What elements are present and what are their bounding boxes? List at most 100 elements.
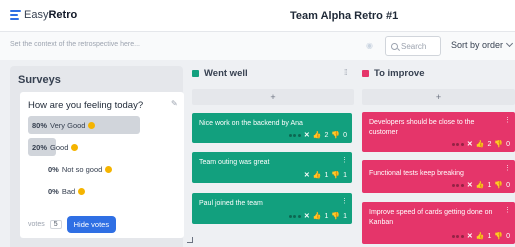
survey-card: How are you feeling today? ✎ 80% Very Goo… (20, 92, 184, 238)
logo[interactable]: EasyRetro (10, 9, 77, 21)
option-label: Good (50, 142, 69, 152)
add-card-button[interactable]: + (192, 89, 354, 105)
thumbs-down-icon[interactable]: 👎 (494, 181, 503, 189)
dislike-count: 1 (343, 212, 347, 220)
delete-icon[interactable]: ✕ (304, 131, 310, 139)
survey-option[interactable]: 0% Bad (28, 182, 168, 200)
option-label: Very Good (50, 120, 86, 130)
app: EasyRetro Team Alpha Retro #1 Set the co… (0, 0, 515, 247)
like-count: 2 (324, 131, 329, 139)
survey-option[interactable]: 0% Not so good (28, 160, 168, 178)
column-color-dot (362, 69, 369, 77)
dislike-count: 0 (343, 131, 347, 139)
search-input[interactable]: Search (401, 42, 426, 51)
delete-icon[interactable]: ✕ (467, 232, 473, 240)
column-color-dot (192, 69, 199, 77)
delete-icon[interactable]: ✕ (467, 140, 473, 148)
like-count: 2 (487, 140, 492, 148)
pencil-icon[interactable]: ✎ (171, 99, 178, 108)
survey-option[interactable]: 20% Good (28, 138, 168, 156)
thumbs-down-icon[interactable]: 👎 (494, 232, 503, 240)
survey-option[interactable]: 80% Very Good (28, 116, 168, 134)
chevron-down-icon (505, 39, 514, 48)
top-bar: EasyRetro Team Alpha Retro #1 (0, 0, 515, 32)
card-footer: ✕ 👍 2 👎 0 (288, 131, 347, 139)
thumbs-up-icon[interactable]: 👍 (476, 232, 485, 240)
card-footer: ✕ 👍 1 👎 1 (288, 212, 347, 220)
delete-icon[interactable]: ✕ (304, 171, 310, 179)
option-percent: 0% (48, 164, 59, 174)
thumbs-down-icon[interactable]: 👎 (331, 212, 340, 220)
card-menu-icon[interactable]: ⋮ (504, 116, 511, 124)
board-title[interactable]: Team Alpha Retro #1 (290, 10, 398, 22)
eye-icon[interactable]: ◉ (366, 42, 376, 50)
survey-footer: votes 5 Hide votes (28, 216, 117, 233)
board: Surveys How are you feeling today? ✎ 80%… (0, 60, 515, 247)
card-footer: ✕ 👍 2 👎 0 (451, 140, 510, 148)
option-percent: 20% (32, 142, 48, 152)
retro-card[interactable]: Nice work on the backend by Ana ✕ 👍 2 👎 … (192, 113, 352, 143)
vote-dots (288, 214, 301, 218)
emoji-icon (78, 187, 86, 195)
card-footer: ✕ 👍 1 👎 1 (304, 171, 347, 180)
column-title[interactable]: Went well (204, 68, 248, 79)
logo-icon (10, 10, 21, 20)
like-count: 1 (487, 181, 492, 189)
resize-handle-icon[interactable] (187, 237, 193, 243)
card-text: Improve speed of cards getting done on K… (369, 209, 493, 226)
vote-dots (451, 183, 464, 187)
thumbs-up-icon[interactable]: 👍 (313, 131, 322, 139)
dislike-count: 0 (506, 181, 510, 189)
thumbs-down-icon[interactable]: 👎 (331, 131, 340, 139)
card-text: Team outing was great (199, 159, 270, 166)
like-count: 1 (487, 232, 492, 240)
retro-card[interactable]: Improve speed of cards getting done on K… (362, 202, 515, 244)
sort-dropdown[interactable]: Sort by order (451, 39, 514, 50)
surveys-column: Surveys How are you feeling today? ✎ 80%… (10, 66, 193, 247)
column-header: Went well (192, 66, 354, 80)
context-bar: Set the context of the retrospective her… (0, 32, 515, 60)
card-menu-icon[interactable]: ⋮ (504, 164, 511, 172)
votes-label: votes (28, 221, 45, 228)
delete-icon[interactable]: ✕ (467, 181, 473, 189)
card-menu-icon[interactable]: ⋮ (341, 156, 348, 164)
emoji-icon (88, 121, 96, 129)
card-menu-icon[interactable]: ⋮ (504, 206, 511, 214)
card-text: Paul joined the team (199, 200, 263, 207)
column-title[interactable]: To improve (374, 68, 425, 79)
search-icon (391, 42, 398, 50)
retro-card[interactable]: Paul joined the team ⋮ ✕ 👍 1 👎 1 (192, 193, 352, 224)
surveys-title: Surveys (18, 74, 61, 86)
search-box[interactable]: Search (385, 36, 441, 56)
option-percent: 80% (32, 120, 48, 130)
thumbs-down-icon[interactable]: 👎 (494, 140, 503, 148)
retro-card[interactable]: Team outing was great ⋮ ✕ 👍 1 👎 1 (192, 152, 352, 183)
vote-dots (288, 133, 301, 137)
emoji-icon (71, 143, 79, 151)
thumbs-up-icon[interactable]: 👍 (313, 171, 322, 179)
logo-text: EasyRetro (24, 9, 78, 21)
thumbs-up-icon[interactable]: 👍 (476, 181, 485, 189)
vote-dots (451, 142, 464, 146)
hide-votes-button[interactable]: Hide votes (66, 216, 117, 233)
add-card-button[interactable]: + (362, 89, 515, 105)
drag-handle-icon[interactable]: ⁞⁞ (344, 68, 348, 77)
dislike-count: 0 (506, 140, 510, 148)
card-footer: ✕ 👍 1 👎 0 (451, 232, 510, 240)
emoji-icon (105, 165, 113, 173)
delete-icon[interactable]: ✕ (304, 212, 310, 220)
thumbs-down-icon[interactable]: 👎 (331, 171, 340, 179)
votes-count: 5 (49, 220, 62, 229)
retro-card[interactable]: Functional tests keep breaking ⋮ ✕ 👍 1 👎… (362, 160, 515, 193)
card-text: Nice work on the backend by Ana (199, 120, 303, 127)
like-count: 1 (324, 171, 329, 179)
option-percent: 0% (48, 186, 59, 196)
thumbs-up-icon[interactable]: 👍 (476, 140, 485, 148)
vote-dots (451, 234, 464, 238)
retro-card[interactable]: Developers should be close to the custom… (362, 112, 515, 152)
card-menu-icon[interactable]: ⋮ (341, 197, 348, 205)
context-input[interactable]: Set the context of the retrospective her… (10, 41, 140, 48)
option-label: Bad (61, 186, 76, 196)
like-count: 1 (324, 212, 329, 220)
thumbs-up-icon[interactable]: 👍 (313, 212, 322, 220)
